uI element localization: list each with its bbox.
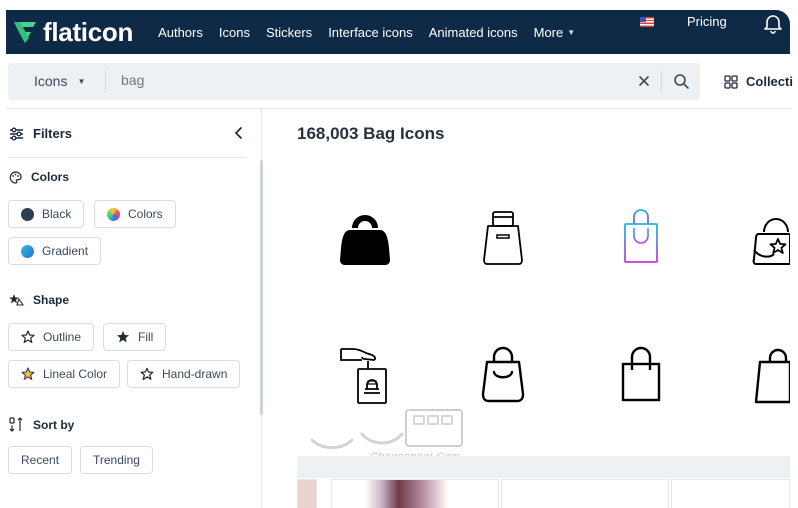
shopping-bag-outline-icon[interactable] [618, 346, 664, 406]
shopping-bag-cropped-icon[interactable] [750, 346, 790, 406]
gradient-swatch-icon [21, 244, 34, 258]
collections-label: Collecti [746, 74, 793, 89]
sort-section-title: Sort by [9, 417, 74, 432]
chip-label: Colors [128, 207, 163, 221]
shape-section-title: Shape [9, 293, 69, 307]
chip-label: Fill [138, 330, 154, 344]
chevron-left-icon[interactable] [233, 126, 245, 140]
hand-holding-bag-icon[interactable] [338, 345, 394, 407]
color-colors-chip[interactable]: Colors [94, 200, 176, 228]
nav-stickers[interactable]: Stickers [266, 25, 312, 40]
thumbnail-image[interactable] [501, 479, 669, 508]
star-fill-icon [116, 330, 130, 344]
shape-outline-chip[interactable]: Outline [8, 323, 95, 351]
search-type-label: Icons [34, 73, 68, 89]
chip-label: Outline [43, 330, 82, 344]
shopping-bag-gradient-icon[interactable] [618, 208, 664, 268]
nav-interface-icons[interactable]: Interface icons [328, 25, 413, 40]
nav-more-label: More [533, 24, 564, 40]
shape-fill-chip[interactable]: Fill [103, 323, 167, 351]
filters-label: Filters [33, 126, 73, 141]
filters-sidebar: Filters Colors Black Colors Gradient Sha… [6, 109, 262, 508]
sort-trending-chip[interactable]: Trending [80, 446, 153, 474]
nav-icons[interactable]: Icons [219, 25, 250, 40]
color-black-chip[interactable]: Black [8, 200, 85, 228]
colors-section-title: Colors [9, 170, 69, 184]
chip-label: Gradient [42, 244, 89, 258]
nav-more[interactable]: More ▼ [534, 25, 576, 40]
chip-label: Recent [21, 453, 60, 467]
close-icon[interactable] [636, 73, 652, 89]
grid-icon [724, 74, 738, 89]
us-flag-icon[interactable] [640, 17, 654, 27]
handbag-star-icon[interactable] [750, 208, 790, 268]
sliders-icon [10, 127, 23, 140]
nav-animated-icons[interactable]: Animated icons [429, 25, 518, 40]
search-bar: Icons ▼ bag [8, 63, 700, 100]
palette-icon [9, 170, 22, 184]
black-swatch-icon [21, 207, 34, 221]
bell-icon[interactable] [762, 12, 784, 34]
chip-label: Black [42, 207, 72, 221]
star-lineal-color-icon [21, 367, 35, 381]
thumbnail-image[interactable] [671, 479, 790, 508]
chip-label: Hand-drawn [162, 367, 228, 381]
divider [105, 70, 106, 93]
collections-button[interactable]: Collecti [724, 74, 793, 89]
tote-bag-outline-icon[interactable] [478, 208, 528, 268]
divider [8, 157, 246, 158]
shape-title-label: Shape [33, 293, 70, 307]
shape-lineal-color-chip[interactable]: Lineal Color [8, 360, 121, 388]
search-input[interactable]: bag [121, 72, 144, 88]
brand-name: flaticon [43, 16, 134, 47]
nav-authors[interactable]: Authors [158, 25, 203, 40]
page-title: 168,003 Bag Icons [297, 124, 445, 143]
banner-strip [297, 456, 790, 478]
sort-title-label: Sort by [33, 417, 75, 432]
color-gradient-chip[interactable]: Gradient [8, 237, 102, 265]
sidebar-scrollbar[interactable] [260, 160, 263, 415]
search-icon[interactable] [673, 73, 690, 90]
caret-down-icon: ▼ [77, 76, 86, 86]
shopping-bag-handle-icon[interactable] [479, 346, 527, 406]
nav-pricing[interactable]: Pricing [687, 14, 727, 29]
sort-recent-chip[interactable]: Recent [8, 446, 73, 474]
chevron-down-icon: ▼ [567, 27, 576, 37]
filters-header: Filters [9, 126, 245, 141]
chip-label: Trending [93, 453, 140, 467]
kettlebell-bag-fill-icon[interactable] [336, 208, 394, 268]
search-type-select[interactable]: Icons ▼ [34, 73, 85, 89]
thumbnail-image[interactable] [331, 479, 499, 508]
sort-icon [9, 417, 23, 432]
thumbnail-image[interactable] [297, 479, 317, 508]
colors-title-label: Colors [31, 170, 70, 184]
shape-hand-drawn-chip[interactable]: Hand-drawn [127, 360, 241, 388]
divider [661, 70, 662, 93]
shapes-icon [9, 294, 24, 306]
flaticon-logo-icon [14, 22, 36, 43]
star-hand-drawn-icon [140, 367, 154, 381]
star-outline-icon [21, 330, 35, 344]
multicolor-swatch-icon [107, 207, 120, 221]
chip-label: Lineal Color [43, 367, 108, 381]
logo[interactable]: flaticon [12, 17, 133, 48]
top-navbar: flaticon Authors Icons Stickers Interfac… [6, 10, 790, 54]
